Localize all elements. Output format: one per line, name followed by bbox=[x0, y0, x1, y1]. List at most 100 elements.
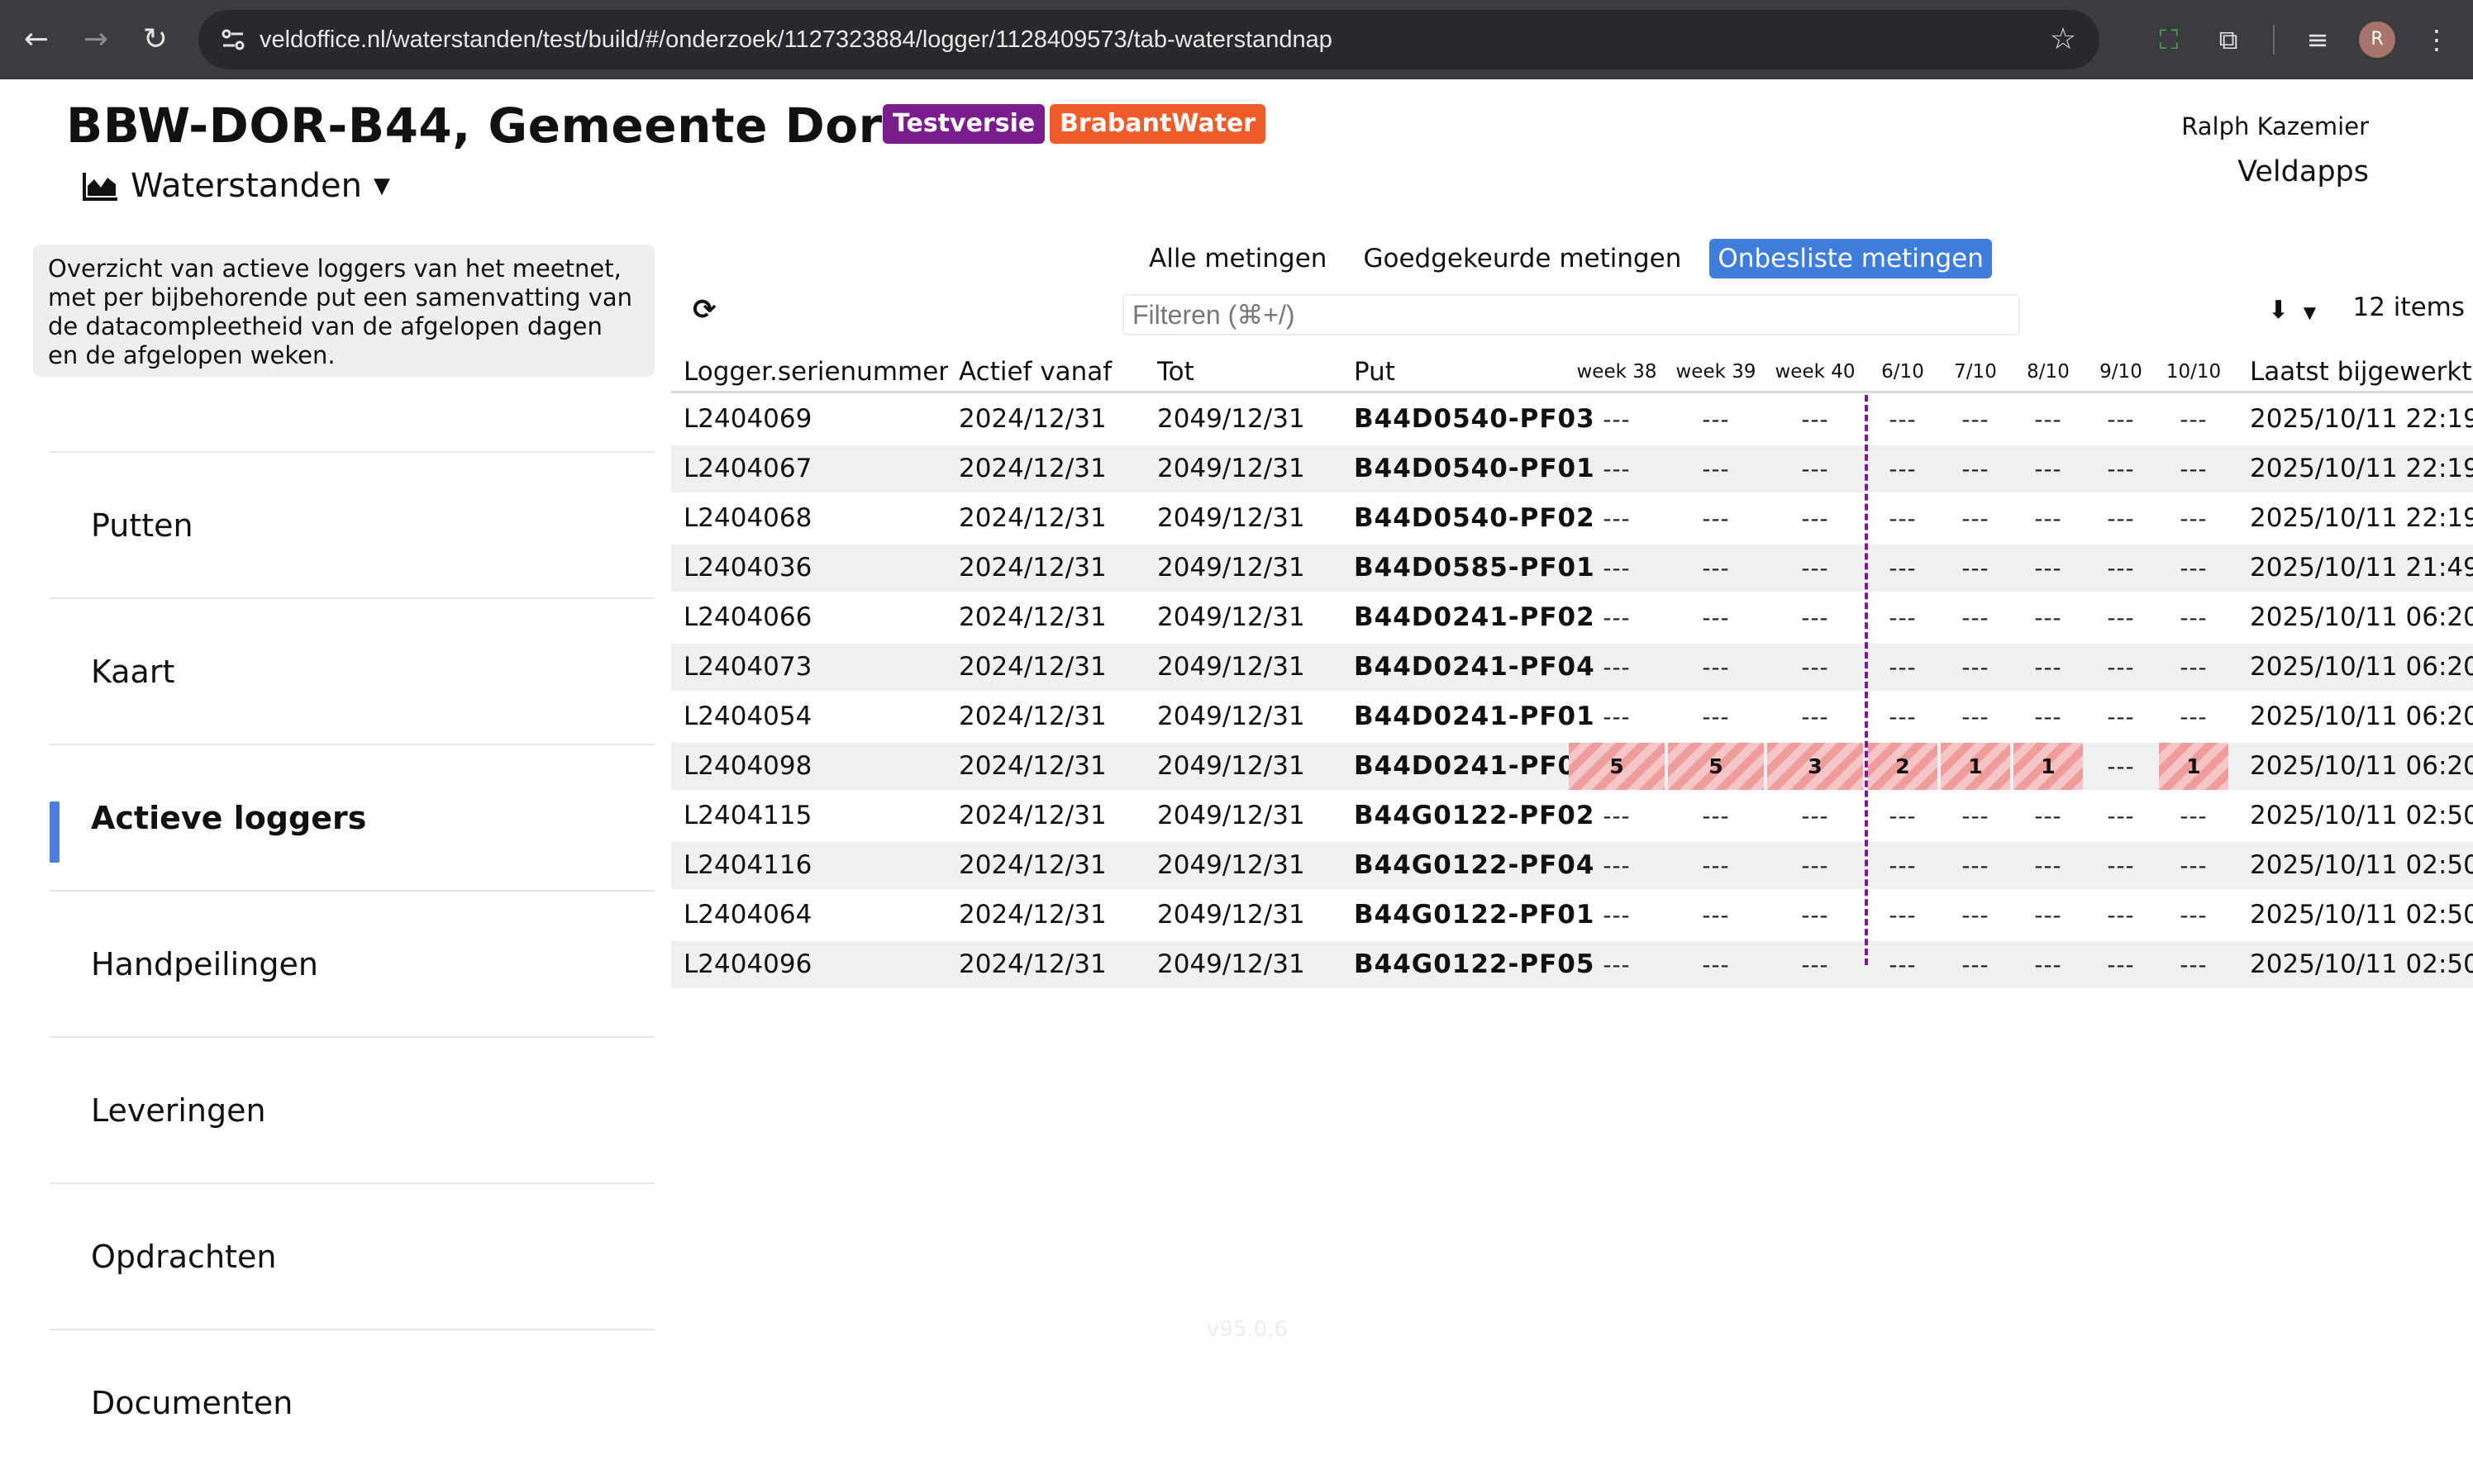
completeness-cell: --- bbox=[2034, 654, 2062, 681]
put-link[interactable]: B44D0540-PF02 bbox=[1354, 495, 1602, 542]
completeness-cell: --- bbox=[2034, 951, 2062, 978]
address-bar[interactable]: veldoffice.nl/waterstanden/test/build/#/… bbox=[198, 10, 2099, 69]
completeness-cell: 1 bbox=[2159, 743, 2228, 790]
completeness-cell: --- bbox=[2034, 802, 2062, 830]
put-link[interactable]: B44D0241-PF04 bbox=[1354, 644, 1602, 691]
put-link[interactable]: B44G0122-PF02 bbox=[1354, 792, 1602, 840]
sidebar-item-leveringen[interactable]: Leveringen bbox=[50, 1036, 655, 1182]
completeness-cell: --- bbox=[1801, 852, 1829, 879]
completeness-cell: --- bbox=[1961, 951, 1989, 978]
table-row[interactable]: L2404069 2024/12/31 2049/12/31 B44D0540-PF0… bbox=[671, 396, 2473, 443]
user-name[interactable]: Ralph Kazemier bbox=[2181, 112, 2369, 140]
back-icon[interactable]: ← bbox=[17, 20, 56, 59]
sidebar-item-actieve-loggers[interactable]: Actieve loggers bbox=[50, 744, 655, 890]
sidebar-item-kaart[interactable]: Kaart bbox=[50, 597, 655, 744]
sidebar-item-label: Documenten bbox=[91, 1384, 293, 1421]
completeness-cell: --- bbox=[1961, 604, 1989, 631]
put-link[interactable]: B44D0585-PF01 bbox=[1354, 545, 1602, 592]
completeness-cell: --- bbox=[2107, 604, 2135, 631]
put-link[interactable]: B44D0540-PF03 bbox=[1354, 396, 1602, 443]
screen-capture-icon[interactable]: ⛶ bbox=[2149, 20, 2189, 59]
table-row[interactable]: L2404116 2024/12/31 2049/12/31 B44G0122-PF0… bbox=[671, 842, 2473, 889]
active-from-date: 2024/12/31 bbox=[959, 702, 1107, 731]
column-header[interactable]: Put bbox=[1354, 349, 1602, 396]
column-header[interactable]: Actief vanaf bbox=[959, 349, 1157, 396]
column-header[interactable]: Laatst bijgewerkt bbox=[2250, 349, 2473, 396]
completeness-cell: --- bbox=[2180, 852, 2208, 879]
tab-onbesliste-metingen[interactable]: Onbesliste metingen bbox=[1709, 239, 1992, 278]
tab-alle-metingen[interactable]: Alle metingen bbox=[1141, 239, 1335, 278]
active-from-date: 2024/12/31 bbox=[959, 553, 1107, 583]
url-text[interactable]: veldoffice.nl/waterstanden/test/build/#/… bbox=[260, 10, 1332, 69]
completeness-cell: --- bbox=[1889, 802, 1917, 830]
column-header[interactable]: Tot bbox=[1157, 349, 1356, 396]
last-updated: 2025/10/11 02:50 bbox=[2250, 900, 2473, 930]
table-row[interactable]: L2404066 2024/12/31 2049/12/31 B44D0241-PF0… bbox=[671, 594, 2473, 641]
table-row[interactable]: L2404073 2024/12/31 2049/12/31 B44D0241-PF0… bbox=[671, 644, 2473, 691]
download-button[interactable]: ⬇ ▼ bbox=[2268, 296, 2316, 326]
put-link[interactable]: B44G0122-PF01 bbox=[1354, 892, 1602, 939]
sidebar-menu: Putten Kaart Actieve loggers Handpeiling… bbox=[50, 451, 655, 1475]
sidebar-item-label: Kaart bbox=[91, 653, 175, 690]
sidebar-item-handpeilingen[interactable]: Handpeilingen bbox=[50, 890, 655, 1036]
bookmark-star-icon[interactable]: ☆ bbox=[2043, 20, 2083, 59]
completeness-cell: --- bbox=[1702, 951, 1730, 978]
column-header[interactable]: week 39 bbox=[1666, 349, 1765, 396]
table-row[interactable]: L2404036 2024/12/31 2049/12/31 B44D0585-PF0… bbox=[671, 545, 2473, 592]
column-header[interactable]: week 40 bbox=[1765, 349, 1865, 396]
chevron-down-icon: ▼ bbox=[2303, 302, 2317, 322]
put-link[interactable]: B44D0241-PF01 bbox=[1354, 693, 1602, 740]
column-header[interactable]: 10/10 bbox=[2157, 349, 2230, 396]
completeness-cell: --- bbox=[2034, 852, 2062, 879]
refresh-icon[interactable]: ⟳ bbox=[693, 296, 721, 324]
table-row[interactable]: L2404096 2024/12/31 2049/12/31 B44G0122-PF0… bbox=[671, 941, 2473, 988]
logger-serial: L2404098 bbox=[684, 751, 812, 781]
active-to-date: 2049/12/31 bbox=[1157, 801, 1305, 830]
sidebar-item-putten[interactable]: Putten bbox=[50, 451, 655, 597]
forward-icon[interactable]: → bbox=[76, 20, 116, 59]
media-controls-icon[interactable]: ≡ bbox=[2298, 20, 2337, 59]
table-row[interactable]: L2404064 2024/12/31 2049/12/31 B44G0122-PF0… bbox=[671, 892, 2473, 939]
completeness-cell: --- bbox=[2180, 901, 2208, 929]
active-to-date: 2049/12/31 bbox=[1157, 900, 1305, 930]
table-row[interactable]: L2404067 2024/12/31 2049/12/31 B44D0540-PF0… bbox=[671, 445, 2473, 492]
sidebar-item-opdrachten[interactable]: Opdrachten bbox=[50, 1182, 655, 1329]
organisation-badge: BrabantWater bbox=[1050, 104, 1266, 144]
column-header[interactable]: 7/10 bbox=[1939, 349, 2012, 396]
chevron-down-icon: ▼ bbox=[373, 174, 390, 198]
site-settings-icon[interactable] bbox=[217, 23, 250, 56]
sidebar-item-documenten[interactable]: Documenten bbox=[50, 1329, 655, 1475]
put-link[interactable]: B44D0241-PF05 bbox=[1354, 743, 1602, 790]
active-to-date: 2049/12/31 bbox=[1157, 652, 1305, 682]
tab-goedgekeurde-metingen[interactable]: Goedgekeurde metingen bbox=[1355, 239, 1689, 278]
column-header[interactable]: 6/10 bbox=[1866, 349, 1939, 396]
put-link[interactable]: B44G0122-PF05 bbox=[1354, 941, 1602, 988]
active-to-date: 2049/12/31 bbox=[1157, 602, 1305, 632]
active-from-date: 2024/12/31 bbox=[959, 949, 1107, 979]
filter-input[interactable] bbox=[1122, 294, 2020, 335]
completeness-cell: --- bbox=[2034, 455, 2062, 483]
extensions-icon[interactable]: ⧉ bbox=[2209, 20, 2248, 59]
column-header[interactable]: 8/10 bbox=[2012, 349, 2085, 396]
profile-avatar[interactable]: R bbox=[2359, 21, 2395, 58]
table-row[interactable]: L2404068 2024/12/31 2049/12/31 B44D0540-PF0… bbox=[671, 495, 2473, 542]
table-row[interactable]: L2404054 2024/12/31 2049/12/31 B44D0241-PF0… bbox=[671, 693, 2473, 740]
apps-link[interactable]: Veldapps bbox=[2237, 155, 2369, 188]
completeness-cell: --- bbox=[1961, 901, 1989, 929]
put-link[interactable]: B44D0241-PF02 bbox=[1354, 594, 1602, 641]
completeness-cell: --- bbox=[2180, 802, 2208, 830]
completeness-cell: --- bbox=[2107, 901, 2135, 929]
table-row[interactable]: L2404098 2024/12/31 2049/12/31 B44D0241-PF0… bbox=[671, 743, 2473, 790]
column-header[interactable]: week 38 bbox=[1567, 349, 1666, 396]
reload-icon[interactable]: ↻ bbox=[136, 20, 175, 59]
last-updated: 2025/10/11 22:19 bbox=[2250, 454, 2473, 483]
put-link[interactable]: B44G0122-PF04 bbox=[1354, 842, 1602, 889]
put-link[interactable]: B44D0540-PF01 bbox=[1354, 445, 1602, 492]
page-description: Overzicht van actieve loggers van het me… bbox=[33, 245, 655, 377]
module-dropdown[interactable]: Waterstanden ▼ bbox=[83, 164, 390, 208]
menu-kebab-icon[interactable]: ⋮ bbox=[2417, 20, 2456, 59]
table-row[interactable]: L2404115 2024/12/31 2049/12/31 B44G0122-PF0… bbox=[671, 792, 2473, 840]
column-header[interactable]: 9/10 bbox=[2085, 349, 2157, 396]
column-header[interactable]: Logger.serienummer bbox=[684, 349, 948, 396]
completeness-cell: 5 bbox=[1668, 743, 1764, 790]
